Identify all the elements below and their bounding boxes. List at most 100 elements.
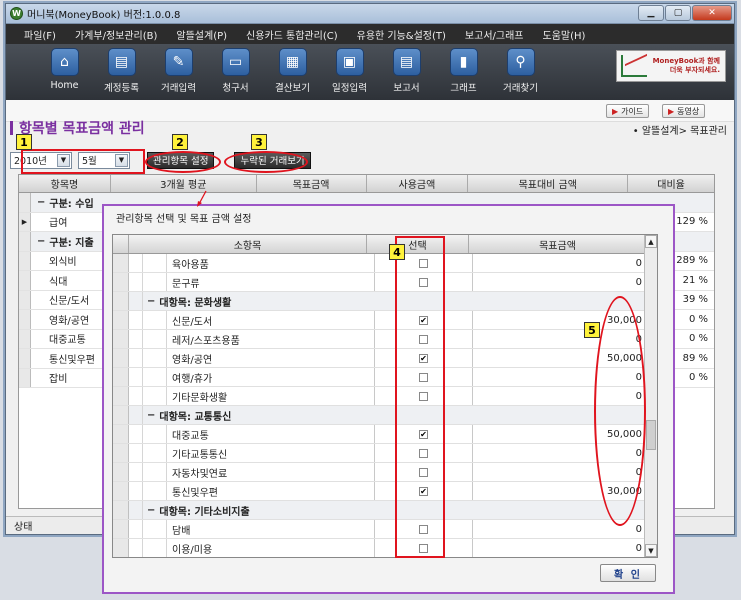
row-selector[interactable]: [19, 310, 31, 329]
chevron-down-icon[interactable]: ▼: [115, 153, 128, 167]
toolbar-button-8[interactable]: ⚲ 거래찾기: [492, 44, 549, 94]
row-selector[interactable]: [113, 254, 129, 272]
scroll-thumb[interactable]: [646, 420, 656, 450]
target-amount-input[interactable]: 0: [473, 387, 646, 405]
row-selector[interactable]: [113, 406, 129, 424]
select-checkbox[interactable]: [419, 277, 428, 287]
header-target-difference[interactable]: 목표대비 금액: [468, 175, 629, 192]
target-amount-input[interactable]: 0: [473, 254, 646, 272]
row-selector[interactable]: [113, 463, 129, 481]
header-sub-item[interactable]: 소항목: [129, 235, 367, 253]
header-ratio[interactable]: 대비율: [628, 175, 714, 192]
sub-item-row[interactable]: 담배 0: [113, 520, 646, 539]
confirm-button[interactable]: 확 인: [600, 564, 656, 582]
row-selector[interactable]: [113, 501, 129, 519]
select-checkbox[interactable]: [419, 391, 428, 401]
select-checkbox[interactable]: [419, 524, 428, 534]
collapse-icon[interactable]: −: [147, 505, 155, 516]
header-item-name[interactable]: 항목명: [19, 175, 111, 192]
header-three-month-average[interactable]: 3개월 평균: [111, 175, 257, 192]
sub-item-row[interactable]: 영화/공연 ✔ 50,000: [113, 349, 646, 368]
toolbar-button-7[interactable]: ▮ 그래프: [435, 44, 492, 94]
menu-item-6[interactable]: 도움말(H): [543, 27, 586, 42]
category-row[interactable]: − 대항목: 교통통신: [113, 406, 646, 425]
select-checkbox[interactable]: ✔: [419, 353, 428, 363]
sub-item-row[interactable]: 기타교통통신 0: [113, 444, 646, 463]
row-selector[interactable]: [113, 292, 129, 310]
select-checkbox[interactable]: ✔: [419, 315, 428, 325]
category-row[interactable]: − 대항목: 문화생활: [113, 292, 646, 311]
dialog-scrollbar[interactable]: ▲ ▼: [644, 235, 657, 557]
select-checkbox[interactable]: [419, 543, 428, 553]
sub-item-row[interactable]: 이용/미용 0: [113, 539, 646, 557]
month-select[interactable]: 5월 ▼: [78, 151, 130, 169]
row-selector[interactable]: [113, 273, 129, 291]
sub-item-row[interactable]: 대중교통 ✔ 50,000: [113, 425, 646, 444]
toolbar-button-5[interactable]: ▣ 일정입력: [321, 44, 378, 94]
select-checkbox[interactable]: [419, 372, 428, 382]
sub-item-row[interactable]: 통신및우편 ✔ 30,000: [113, 482, 646, 501]
sub-item-row[interactable]: 육아용품 0: [113, 254, 646, 273]
select-checkbox[interactable]: [419, 448, 428, 458]
select-checkbox[interactable]: ✔: [419, 486, 428, 496]
menu-item-0[interactable]: 파일(F): [24, 27, 56, 42]
header-dialog-target-amount[interactable]: 목표금액: [469, 235, 646, 253]
select-checkbox[interactable]: [419, 334, 428, 344]
row-selector[interactable]: [19, 329, 31, 348]
target-amount-input[interactable]: 0: [473, 539, 646, 557]
target-amount-input[interactable]: 0: [473, 520, 646, 538]
row-selector[interactable]: [113, 520, 129, 538]
select-checkbox[interactable]: ✔: [419, 429, 428, 439]
toolbar-button-1[interactable]: ▤ 계정등록: [93, 44, 150, 94]
row-selector[interactable]: [113, 368, 129, 386]
sub-item-row[interactable]: 문구류 0: [113, 273, 646, 292]
toolbar-button-6[interactable]: ▤ 보고서: [378, 44, 435, 94]
menu-item-4[interactable]: 유용한 기능&설정(T): [357, 27, 446, 42]
category-row[interactable]: − 대항목: 기타소비지출: [113, 501, 646, 520]
scroll-down-icon[interactable]: ▼: [645, 544, 657, 557]
target-amount-input[interactable]: 50,000: [473, 349, 646, 367]
menu-item-2[interactable]: 알뜰설계(P): [176, 27, 227, 42]
guide-button[interactable]: ▶ 가이드: [606, 104, 650, 118]
row-selector[interactable]: [113, 349, 129, 367]
row-selector[interactable]: [113, 539, 129, 557]
menu-item-1[interactable]: 가계부/정보관리(B): [75, 27, 157, 42]
toolbar-button-4[interactable]: ▦ 결산보기: [264, 44, 321, 94]
select-checkbox[interactable]: [419, 258, 428, 268]
collapse-icon[interactable]: −: [147, 296, 155, 307]
sub-item-row[interactable]: 신문/도서 ✔ 30,000: [113, 311, 646, 330]
collapse-icon[interactable]: −: [37, 197, 45, 208]
target-amount-input[interactable]: 30,000: [473, 311, 646, 329]
row-selector[interactable]: [19, 251, 31, 270]
row-selector[interactable]: [19, 368, 31, 387]
toolbar-button-0[interactable]: ⌂ Home: [36, 44, 93, 91]
sub-item-row[interactable]: 여행/휴가 0: [113, 368, 646, 387]
target-amount-input[interactable]: 0: [473, 273, 646, 291]
target-amount-input[interactable]: 0: [473, 463, 646, 481]
maximize-button[interactable]: ▢: [665, 5, 691, 21]
row-selector[interactable]: [19, 271, 31, 290]
promo-banner[interactable]: MoneyBook과 함께 더욱 부자되세요.: [616, 50, 726, 82]
row-selector[interactable]: [19, 193, 31, 212]
menu-item-3[interactable]: 신용카드 통합관리(C): [246, 27, 338, 42]
manage-items-button[interactable]: 관리항목 설정: [147, 151, 215, 169]
target-amount-input[interactable]: 30,000: [473, 482, 646, 500]
chevron-down-icon[interactable]: ▼: [57, 153, 70, 167]
row-selector[interactable]: [113, 444, 129, 462]
menu-item-5[interactable]: 보고서/그래프: [465, 27, 524, 42]
row-selector[interactable]: ▶: [19, 212, 31, 231]
toolbar-button-3[interactable]: ▭ 청구서: [207, 44, 264, 94]
header-target-amount[interactable]: 목표금액: [257, 175, 367, 192]
row-selector[interactable]: [113, 425, 129, 443]
target-amount-input[interactable]: 0: [473, 330, 646, 348]
row-selector[interactable]: [113, 330, 129, 348]
toolbar-button-2[interactable]: ✎ 거래입력: [150, 44, 207, 94]
row-selector[interactable]: [113, 482, 129, 500]
minimize-button[interactable]: ▁: [638, 5, 664, 21]
select-checkbox[interactable]: [419, 467, 428, 477]
missing-transactions-button[interactable]: 누락된 거래보기: [234, 151, 311, 169]
row-selector[interactable]: [113, 311, 129, 329]
header-used-amount[interactable]: 사용금액: [367, 175, 469, 192]
target-amount-input[interactable]: 50,000: [473, 425, 646, 443]
row-selector[interactable]: [19, 349, 31, 368]
